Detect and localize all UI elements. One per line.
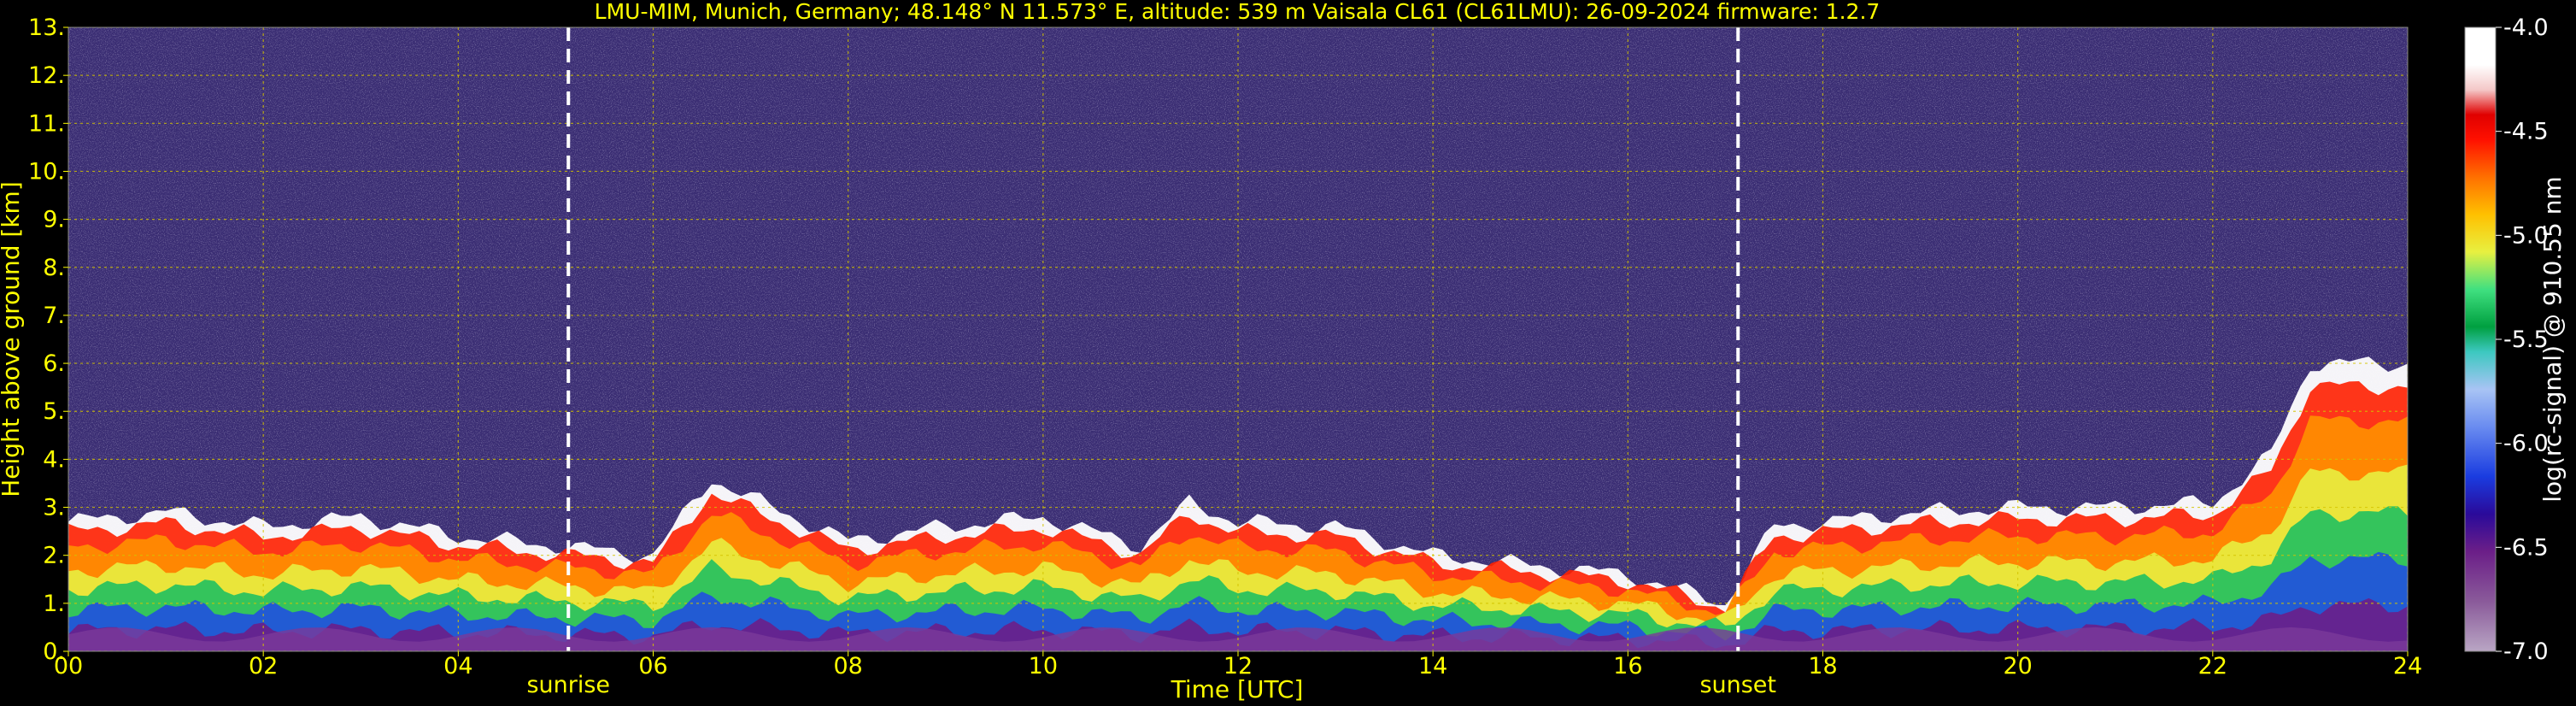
plot-area (68, 27, 2408, 651)
x-tick-label: 22 (2198, 653, 2227, 680)
colorbar-tick-label: -4.5 (2503, 119, 2549, 145)
x-tick-label: 02 (249, 653, 278, 680)
x-tick-label: 14 (1418, 653, 1447, 680)
sunset-label: sunset (1699, 672, 1776, 698)
y-tick-label: 6. (43, 350, 65, 377)
colorbar-tick-label: -7.0 (2503, 638, 2549, 665)
x-tick-label: 04 (443, 653, 472, 680)
y-tick-label: 1. (43, 591, 65, 617)
colorbar-label: log(rc-signal) @ 910.55 nm (2538, 176, 2567, 502)
y-tick-label: 3. (43, 495, 65, 521)
y-tick-label: 12. (28, 62, 65, 89)
colorbar-tick-label: -4.0 (2503, 15, 2549, 41)
y-tick-label: 9. (43, 207, 65, 233)
event-labels: sunrise sunset (526, 672, 1776, 698)
x-tick-label: 16 (1613, 653, 1642, 680)
y-tick-label: 4. (43, 446, 65, 473)
x-tick-label: 08 (833, 653, 862, 680)
y-tick-label: 7. (43, 303, 65, 329)
colorbar-tick-label: -6.5 (2503, 534, 2549, 561)
y-axis-ticks: 0. 1. 2. 3. 4. 5. 6. 7. 8. 9. 10. 11. 12. 13. (28, 15, 68, 665)
ceilometer-backscatter-chart: LMU-MIM, Munich, Germany; 48.148° N 11.5… (0, 0, 2567, 703)
y-tick-label: 13. (28, 15, 65, 41)
chart-title: LMU-MIM, Munich, Germany; 48.148° N 11.5… (595, 0, 1881, 24)
y-axis-label: Height above ground [km] (0, 181, 25, 497)
sunrise-label: sunrise (526, 672, 610, 698)
y-tick-label: 8. (43, 255, 65, 281)
y-tick-label: 10. (28, 158, 65, 185)
colorbar-gradient (2464, 26, 2497, 652)
x-tick-label: 20 (2003, 653, 2032, 680)
x-tick-label: 06 (638, 653, 667, 680)
y-tick-label: 2. (43, 543, 65, 569)
colorbar: -4.0-4.5-5.0-5.5-6.0-6.5-7.0 log(rc-sign… (2464, 15, 2567, 665)
y-tick-label: 11. (28, 110, 65, 137)
y-tick-label: 5. (43, 398, 65, 425)
x-tick-label: 18 (1808, 653, 1837, 680)
x-axis-label: Time [UTC] (1171, 675, 1304, 703)
x-tick-label: 24 (2393, 653, 2422, 680)
x-tick-label: 10 (1029, 653, 1058, 680)
y-tick-label: 0. (43, 638, 65, 665)
